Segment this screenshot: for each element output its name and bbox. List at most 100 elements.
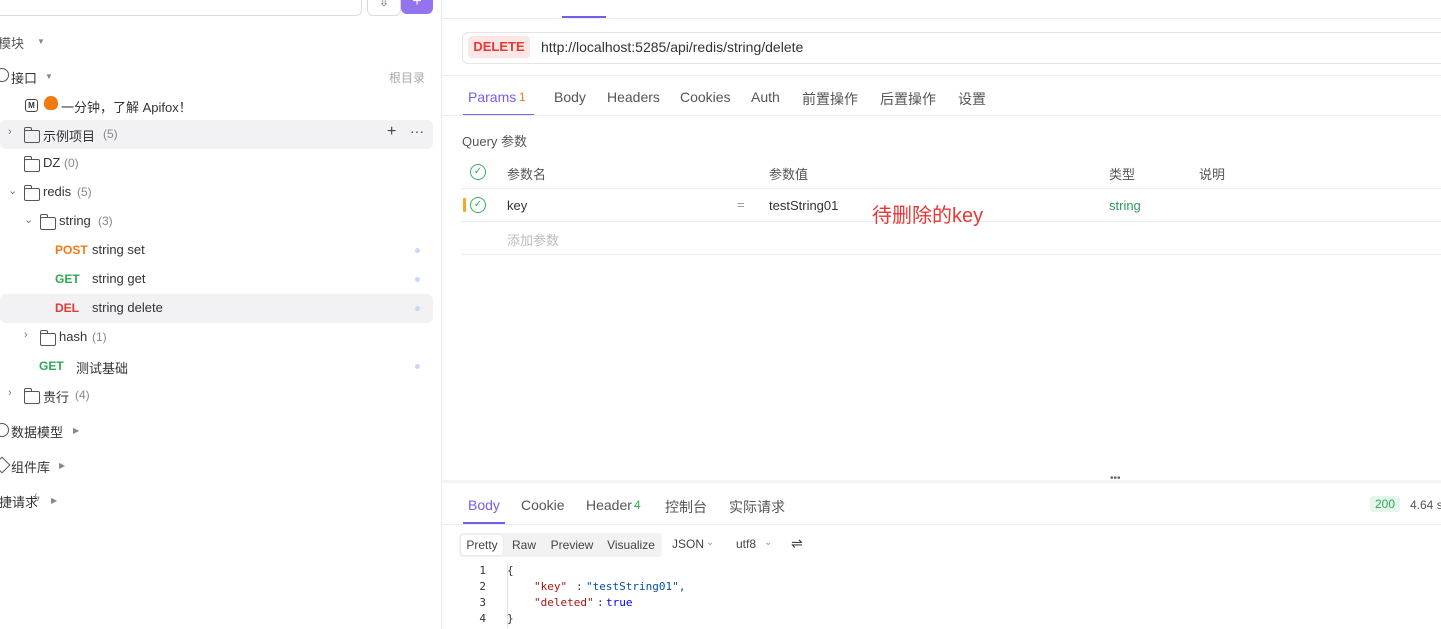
query-params-title: Query 参数 [462,134,528,149]
response-tab-body[interactable]: Body [468,497,500,513]
method-select[interactable]: DELETE [468,36,530,58]
tree-folder-hash[interactable]: › hash (1) [0,323,433,352]
add-param-input[interactable]: 添加参数 [507,230,559,249]
chevron-down-icon[interactable]: ⌄ [8,184,17,197]
param-value-input[interactable]: testString01 [769,198,838,213]
view-raw-button[interactable]: Raw [507,535,541,555]
tree-item-label: 一分钟，了解 Apifox！ [61,100,192,115]
json-key: "deleted" [534,596,594,609]
wrap-lines-icon[interactable]: ⇌ [791,535,803,552]
tab-post-processors[interactable]: 后置操作 [880,89,936,109]
quick-requests-section[interactable]: 捷请求 [0,492,38,511]
select-all-checkbox[interactable]: ✓ [470,164,486,180]
chevron-right-icon[interactable]: › [8,387,12,399]
chevron-right-icon[interactable]: › [8,126,12,138]
response-tab-cookie[interactable]: Cookie [521,497,565,513]
line-number: 4 [479,612,486,625]
folder-icon [23,127,40,143]
method-badge: DEL [55,301,79,315]
tree-item-intro[interactable]: M 一分钟，了解 Apifox！ [0,91,433,120]
fox-icon [44,96,58,110]
annotation-text: 待删除的key [872,205,984,227]
response-time: 4.64 s [1410,498,1441,512]
param-enabled-checkbox[interactable]: ✓ [470,197,486,213]
folder-icon [39,214,56,230]
line-number: 1 [479,564,486,577]
tab-auth[interactable]: Auth [751,89,780,105]
divider [442,75,1441,76]
view-visualize-button[interactable]: Visualize [603,535,659,555]
import-button[interactable]: ⇩ [367,0,401,16]
tab-params[interactable]: Params [468,89,516,105]
tree-folder-guihang[interactable]: › 贵行 (4) [0,381,433,410]
endpoint-string-delete[interactable]: DEL string delete [0,294,433,323]
status-dot [415,248,420,253]
encoding-select[interactable]: utf8 [736,537,756,551]
tree-item-label: hash [59,329,88,344]
caret-down-icon: ▼ [45,72,53,81]
method-badge: GET [39,359,64,373]
endpoint-test-basic[interactable]: GET 测试基础 [0,352,433,381]
tree-item-count: (5) [77,185,92,199]
response-tabs: Body Cookie Header 4 控制台 实际请求 200 4.64 s [442,488,1441,524]
header-count-badge: 4 [634,498,641,512]
response-tab-header[interactable]: Header [586,497,632,513]
tab-cookies[interactable]: Cookies [680,89,731,105]
api-section-label[interactable]: 接口 [11,68,37,87]
params-count-badge: 1 [519,90,526,104]
url-input[interactable]: http://localhost:5285/api/redis/string/d… [541,39,803,55]
more-icon[interactable]: ··· [410,123,424,139]
param-name-input[interactable]: key [507,198,527,213]
divider [442,18,1441,19]
chevron-down-icon[interactable]: ⌄ [24,213,33,226]
status-dot [415,306,420,311]
divider [461,254,1441,255]
search-input[interactable] [0,0,362,16]
tab-settings[interactable]: 设置 [958,89,986,109]
tree-folder-string[interactable]: ⌄ string (3) [0,207,433,236]
caret-right-icon: ▶ [59,461,66,470]
line-number: 3 [479,596,486,609]
status-dot [415,364,420,369]
col-param-name: 参数名 [507,167,547,182]
caret-down-icon: ▼ [37,37,45,46]
add-button[interactable]: + [401,0,433,14]
drag-handle[interactable] [463,198,466,212]
endpoint-string-set[interactable]: POST string set [0,236,433,265]
status-code-badge: 200 [1370,496,1401,512]
format-select[interactable]: JSON [672,537,704,551]
view-preview-button[interactable]: Preview [546,535,598,555]
param-type-select[interactable]: string [1109,198,1141,213]
components-section[interactable]: 组件库 [11,457,50,476]
view-pretty-button[interactable]: Pretty [461,535,503,555]
folder-icon [23,156,40,172]
panel-splitter[interactable] [442,480,1441,483]
tree-folder-redis[interactable]: ⌄ redis (5) [0,178,433,207]
chevron-right-icon[interactable]: › [24,329,28,341]
request-tabs: Params 1 Body Headers Cookies Auth 前置操作 … [442,80,1441,116]
lightning-icon: ϟ [34,492,40,504]
tree-folder-sample[interactable]: › 示例项目 (5) + ··· [0,120,433,149]
tab-headers[interactable]: Headers [607,89,660,105]
tab-body[interactable]: Body [554,89,586,105]
tree-item-label: 示例项目 [43,129,96,144]
splitter-handle-icon[interactable]: ••• [1110,473,1121,484]
tab-pre-processors[interactable]: 前置操作 [802,89,858,109]
tree-item-label: string [59,213,91,228]
add-icon[interactable]: + [387,123,396,141]
response-tab-actual-request[interactable]: 实际请求 [729,497,785,517]
col-param-type: 类型 [1109,167,1136,182]
root-dir-label: 根目录 [389,71,426,85]
chevron-down-icon: ⌄ [706,537,715,548]
endpoint-label: string get [92,271,146,286]
modules-label[interactable]: 模块 [0,33,24,52]
tree-folder-dz[interactable]: DZ (0) [0,149,433,178]
tree-item-count: (4) [75,388,90,402]
data-models-section[interactable]: 数据模型 [11,422,63,441]
tree-item-label: 贵行 [43,390,70,405]
response-tab-console[interactable]: 控制台 [665,497,707,517]
response-code-view[interactable]: 1 { 2 "key": "testString01", 3 "deleted"… [462,564,962,629]
col-param-value: 参数值 [769,167,809,182]
params-table-header: ✓ 参数名 参数值 类型 说明 [461,155,1441,189]
endpoint-string-get[interactable]: GET string get [0,265,433,294]
